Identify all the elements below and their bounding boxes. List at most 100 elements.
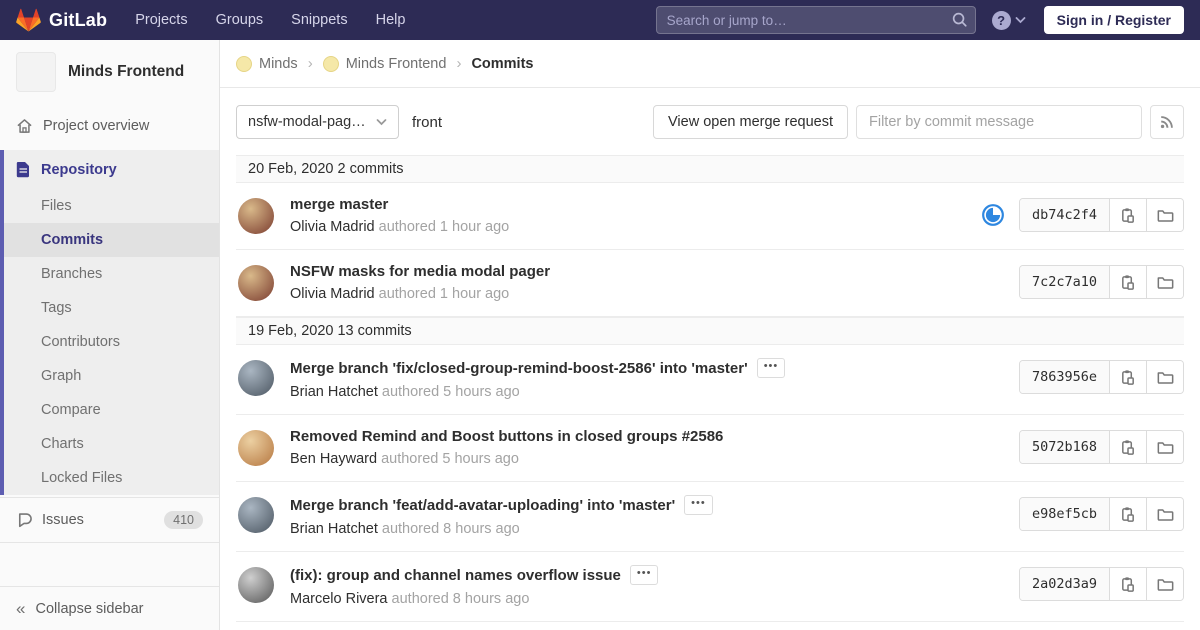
commit-title-link[interactable]: Merge branch 'feat/add-avatar-uploading'… (290, 497, 675, 514)
sidebar-item-contributors[interactable]: Contributors (4, 325, 219, 359)
project-avatar (16, 52, 56, 92)
folder-icon (1157, 577, 1174, 592)
commit-date-header: 20 Feb, 2020 2 commits (236, 155, 1184, 183)
sidebar-item-label: Issues (42, 512, 84, 528)
clipboard-copy-icon (1120, 439, 1136, 456)
author-avatar[interactable] (238, 265, 274, 301)
commit-title-link[interactable]: NSFW masks for media modal pager (290, 263, 550, 280)
commit-sha-link[interactable]: 7c2c7a10 (1020, 266, 1109, 298)
breadcrumb-label: Minds (259, 56, 298, 72)
commit-sha-link[interactable]: db74c2f4 (1020, 199, 1109, 231)
sidebar-item-tags[interactable]: Tags (4, 291, 219, 325)
sidebar-item-files[interactable]: Files (4, 189, 219, 223)
breadcrumb-separator-icon: › (456, 55, 461, 72)
copy-sha-button[interactable] (1109, 568, 1146, 600)
sidebar-item-commits[interactable]: Commits (4, 223, 219, 257)
help-menu[interactable]: ? (992, 11, 1026, 30)
commit-author-link[interactable]: Brian Hatchet (290, 521, 382, 537)
author-avatar[interactable] (238, 567, 274, 603)
repo-subnav: FilesCommitsBranchesTagsContributorsGrap… (4, 189, 219, 495)
commit-row: NSFW masks for media modal pager Olivia … (236, 250, 1184, 317)
browse-files-button[interactable] (1146, 199, 1183, 231)
commit-author-link[interactable]: Marcelo Rivera (290, 591, 392, 607)
issues-icon (16, 512, 32, 528)
sidebar-item-issues[interactable]: Issues 410 (0, 497, 219, 543)
collapse-sidebar-button[interactable]: « Collapse sidebar (0, 586, 219, 630)
commit-author-link[interactable]: Olivia Madrid (290, 286, 379, 302)
copy-sha-button[interactable] (1109, 498, 1146, 530)
commit-sha-link[interactable]: 7863956e (1020, 361, 1109, 393)
sidebar-item-compare[interactable]: Compare (4, 393, 219, 427)
sidebar-item-project-overview[interactable]: Project overview (0, 106, 219, 146)
expand-commit-description-button[interactable]: ••• (757, 358, 786, 378)
commit-authored-text: authored 5 hours ago (382, 384, 520, 400)
gitlab-logo[interactable]: GitLab (16, 8, 107, 32)
expand-commit-description-button[interactable]: ••• (630, 565, 659, 585)
commit-filter-input[interactable] (856, 105, 1142, 139)
commit-sha-group: 7c2c7a10 (1019, 265, 1184, 299)
folder-icon (1157, 275, 1174, 290)
commit-authored-text: authored 8 hours ago (392, 591, 530, 607)
copy-sha-button[interactable] (1109, 361, 1146, 393)
chevron-down-icon (376, 118, 387, 126)
commit-sha-link[interactable]: e98ef5cb (1020, 498, 1109, 530)
browse-files-button[interactable] (1146, 431, 1183, 463)
browse-files-button[interactable] (1146, 568, 1183, 600)
project-title: Minds Frontend (68, 63, 184, 81)
branch-name: nsfw-modal-pag… (248, 114, 366, 130)
author-avatar[interactable] (238, 497, 274, 533)
browse-files-button[interactable] (1146, 266, 1183, 298)
author-avatar[interactable] (238, 360, 274, 396)
commit-title-link[interactable]: merge master (290, 196, 388, 213)
commit-author-link[interactable]: Ben Hayward (290, 451, 381, 467)
pipeline-status-running-icon[interactable] (981, 203, 1005, 227)
commit-row: Removed Remind and Boost buttons in clos… (236, 415, 1184, 482)
search-input[interactable] (656, 6, 976, 34)
sign-in-button[interactable]: Sign in / Register (1044, 6, 1184, 34)
commit-sha-link[interactable]: 5072b168 (1020, 431, 1109, 463)
clipboard-copy-icon (1120, 274, 1136, 291)
commit-title-link[interactable]: (fix): group and channel names overflow … (290, 567, 621, 584)
collapse-chevrons-icon: « (16, 600, 25, 617)
commit-author-link[interactable]: Brian Hatchet (290, 384, 382, 400)
copy-sha-button[interactable] (1109, 431, 1146, 463)
gitlab-tanuki-icon (16, 8, 41, 32)
commit-title-link[interactable]: Merge branch 'fix/closed-group-remind-bo… (290, 360, 748, 377)
sidebar-item-repository[interactable]: Repository (4, 150, 219, 189)
commit-title-link[interactable]: Removed Remind and Boost buttons in clos… (290, 428, 723, 445)
author-avatar[interactable] (238, 198, 274, 234)
view-open-merge-request-button[interactable]: View open merge request (653, 105, 848, 139)
expand-commit-description-button[interactable]: ••• (684, 495, 713, 515)
home-icon (16, 118, 33, 134)
copy-sha-button[interactable] (1109, 199, 1146, 231)
commit-author-link[interactable]: Olivia Madrid (290, 219, 379, 235)
commit-row: Merge branch 'fix/closed-group-remind-bo… (236, 345, 1184, 415)
author-avatar[interactable] (238, 430, 274, 466)
sidebar-item-branches[interactable]: Branches (4, 257, 219, 291)
commit-list: 20 Feb, 2020 2 commits merge master Oliv… (220, 155, 1200, 630)
branch-selector-dropdown[interactable]: nsfw-modal-pag… (236, 105, 399, 139)
copy-sha-button[interactable] (1109, 266, 1146, 298)
breadcrumb-item-minds[interactable]: Minds (236, 56, 298, 72)
commit-sha-group: 2a02d3a9 (1019, 567, 1184, 601)
clipboard-copy-icon (1120, 369, 1136, 386)
breadcrumb-label: Minds Frontend (346, 56, 447, 72)
sidebar-item-locked-files[interactable]: Locked Files (4, 461, 219, 495)
browse-files-button[interactable] (1146, 361, 1183, 393)
commit-sha-link[interactable]: 2a02d3a9 (1020, 568, 1109, 600)
project-context-header[interactable]: Minds Frontend (0, 40, 219, 106)
commit-sha-group: 7863956e (1019, 360, 1184, 394)
breadcrumb-item-minds-frontend[interactable]: Minds Frontend (323, 56, 447, 72)
breadcrumb: Minds›Minds Frontend›Commits (220, 40, 1200, 88)
nav-link-projects[interactable]: Projects (135, 12, 187, 28)
nav-link-groups[interactable]: Groups (216, 12, 264, 28)
sidebar-item-graph[interactable]: Graph (4, 359, 219, 393)
commits-feed-button[interactable] (1150, 105, 1184, 139)
commit-sha-group: db74c2f4 (1019, 198, 1184, 232)
browse-files-button[interactable] (1146, 498, 1183, 530)
commit-row: merge master Olivia Madrid authored 1 ho… (236, 183, 1184, 250)
folder-icon (1157, 507, 1174, 522)
nav-link-help[interactable]: Help (376, 12, 406, 28)
sidebar-item-charts[interactable]: Charts (4, 427, 219, 461)
nav-link-snippets[interactable]: Snippets (291, 12, 347, 28)
